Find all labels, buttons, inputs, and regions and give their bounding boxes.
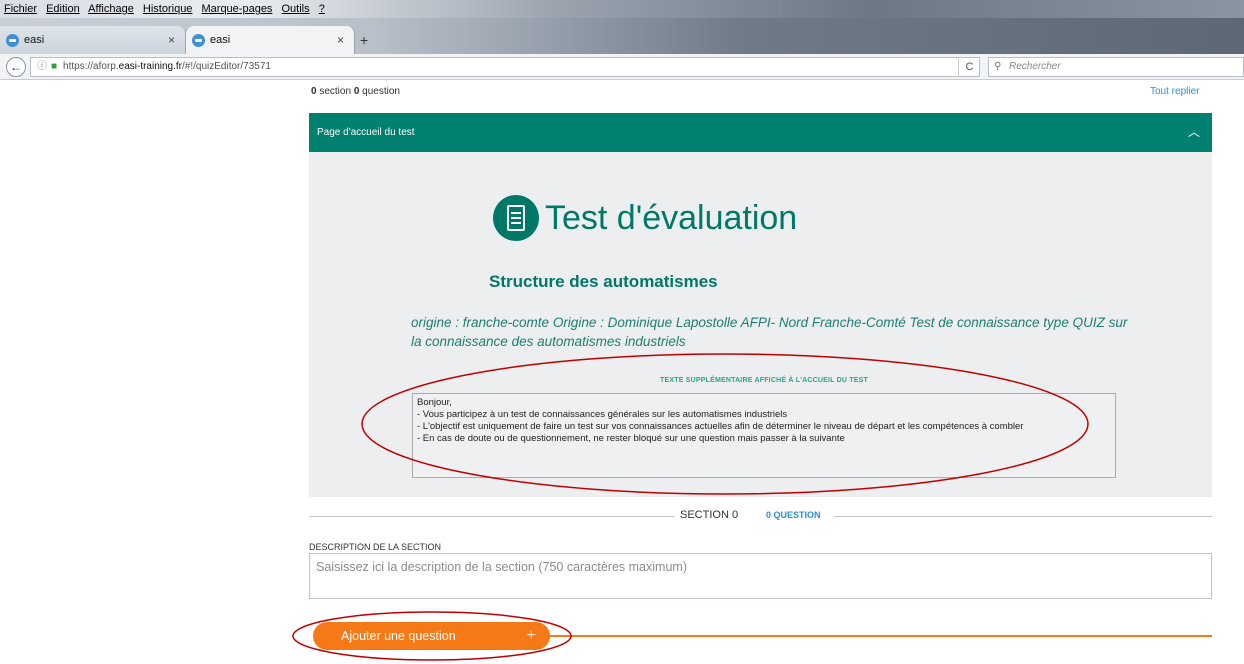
extra-text-line: Bonjour,	[417, 397, 452, 408]
section-divider-left	[309, 516, 674, 517]
menu-affichage[interactable]: Affichage	[88, 3, 134, 15]
search-placeholder: Rechercher	[1009, 61, 1061, 72]
add-question-label: Ajouter une question	[341, 629, 456, 643]
page-title: Test d'évaluation	[545, 199, 798, 237]
menu-historique[interactable]: Historique	[143, 3, 193, 15]
extra-text-line: - L'objectif est uniquement de faire un …	[417, 421, 1024, 432]
menu-help[interactable]: ?	[319, 3, 325, 15]
plus-icon: +	[526, 627, 536, 644]
test-subtitle: Structure des automatismes	[489, 272, 718, 291]
back-button[interactable]: ←	[6, 57, 26, 77]
menu-marque-pages[interactable]: Marque-pages	[202, 3, 273, 15]
tab-label: easi	[210, 34, 231, 46]
question-word: question	[362, 86, 400, 97]
question-count: 0	[353, 86, 360, 97]
search-input[interactable]: ⚲ Rechercher	[988, 57, 1244, 77]
extra-text-label: TEXTE SUPPLÉMENTAIRE AFFICHÉ À L'ACCUEIL…	[660, 377, 868, 384]
section-description-label: DESCRIPTION DE LA SECTION	[309, 542, 442, 552]
section-question-count[interactable]: 0 QUESTION	[766, 510, 821, 520]
chevron-up-icon[interactable]: ︿	[1188, 113, 1200, 152]
search-icon: ⚲	[994, 61, 1002, 72]
welcome-panel-title: Page d'accueil du test	[317, 127, 415, 138]
new-tab-button[interactable]: +	[360, 28, 368, 52]
tab-easi-1[interactable]: easi ×	[0, 26, 185, 54]
info-icon[interactable]: ⓘ	[37, 61, 47, 72]
tab-bar: easi × easi × +	[0, 18, 1244, 54]
add-question-button[interactable]: Ajouter une question +	[313, 622, 550, 650]
extra-text-field[interactable]: Bonjour, - Vous participez à un test de …	[412, 393, 1116, 478]
section-count: 0	[311, 86, 317, 97]
reload-button[interactable]: C	[958, 57, 980, 77]
section-description-input[interactable]	[309, 553, 1212, 599]
section-title: SECTION 0	[680, 509, 739, 521]
easi-favicon-icon	[6, 34, 19, 47]
url-path: /#!/quizEditor/73571	[182, 61, 271, 72]
add-question-divider	[550, 635, 1212, 637]
quiz-stats: 0 section 0 question	[311, 86, 400, 97]
welcome-panel-header[interactable]: Page d'accueil du test ︿	[309, 113, 1212, 152]
url-bar[interactable]: ⓘ ■ https://aforp.easi-training.fr/#!/quiz…	[30, 57, 980, 77]
menu-bar: Fichier Edition Affichage Historique Mar…	[0, 0, 1244, 18]
url-prefix: https://aforp.	[63, 61, 119, 72]
section-word: section	[319, 86, 352, 97]
tab-close-icon[interactable]: ×	[168, 26, 175, 54]
menu-outils[interactable]: Outils	[282, 3, 310, 15]
lock-icon: ■	[51, 61, 58, 72]
extra-text-line: - Vous participez à un test de connaissa…	[417, 409, 788, 420]
test-description: origine : franche-comte Origine : Domini…	[411, 315, 1128, 349]
tab-close-icon[interactable]: ×	[337, 26, 344, 54]
tab-label: easi	[24, 34, 45, 46]
extra-text-line: - En cas de doute ou de questionnement, …	[417, 433, 845, 444]
easi-favicon-icon	[192, 34, 205, 47]
test-document-icon	[493, 195, 539, 241]
navigation-bar: ← ⓘ ■ https://aforp.easi-training.fr/#!/qu…	[0, 54, 1244, 80]
collapse-all-link[interactable]: Tout replier	[1150, 86, 1199, 97]
section-divider-right	[834, 516, 1212, 517]
url-host: easi-training.fr	[118, 61, 182, 72]
tab-easi-2[interactable]: easi ×	[185, 26, 355, 54]
menu-fichier[interactable]: Fichier	[4, 3, 37, 15]
menu-edition[interactable]: Edition	[46, 3, 80, 15]
